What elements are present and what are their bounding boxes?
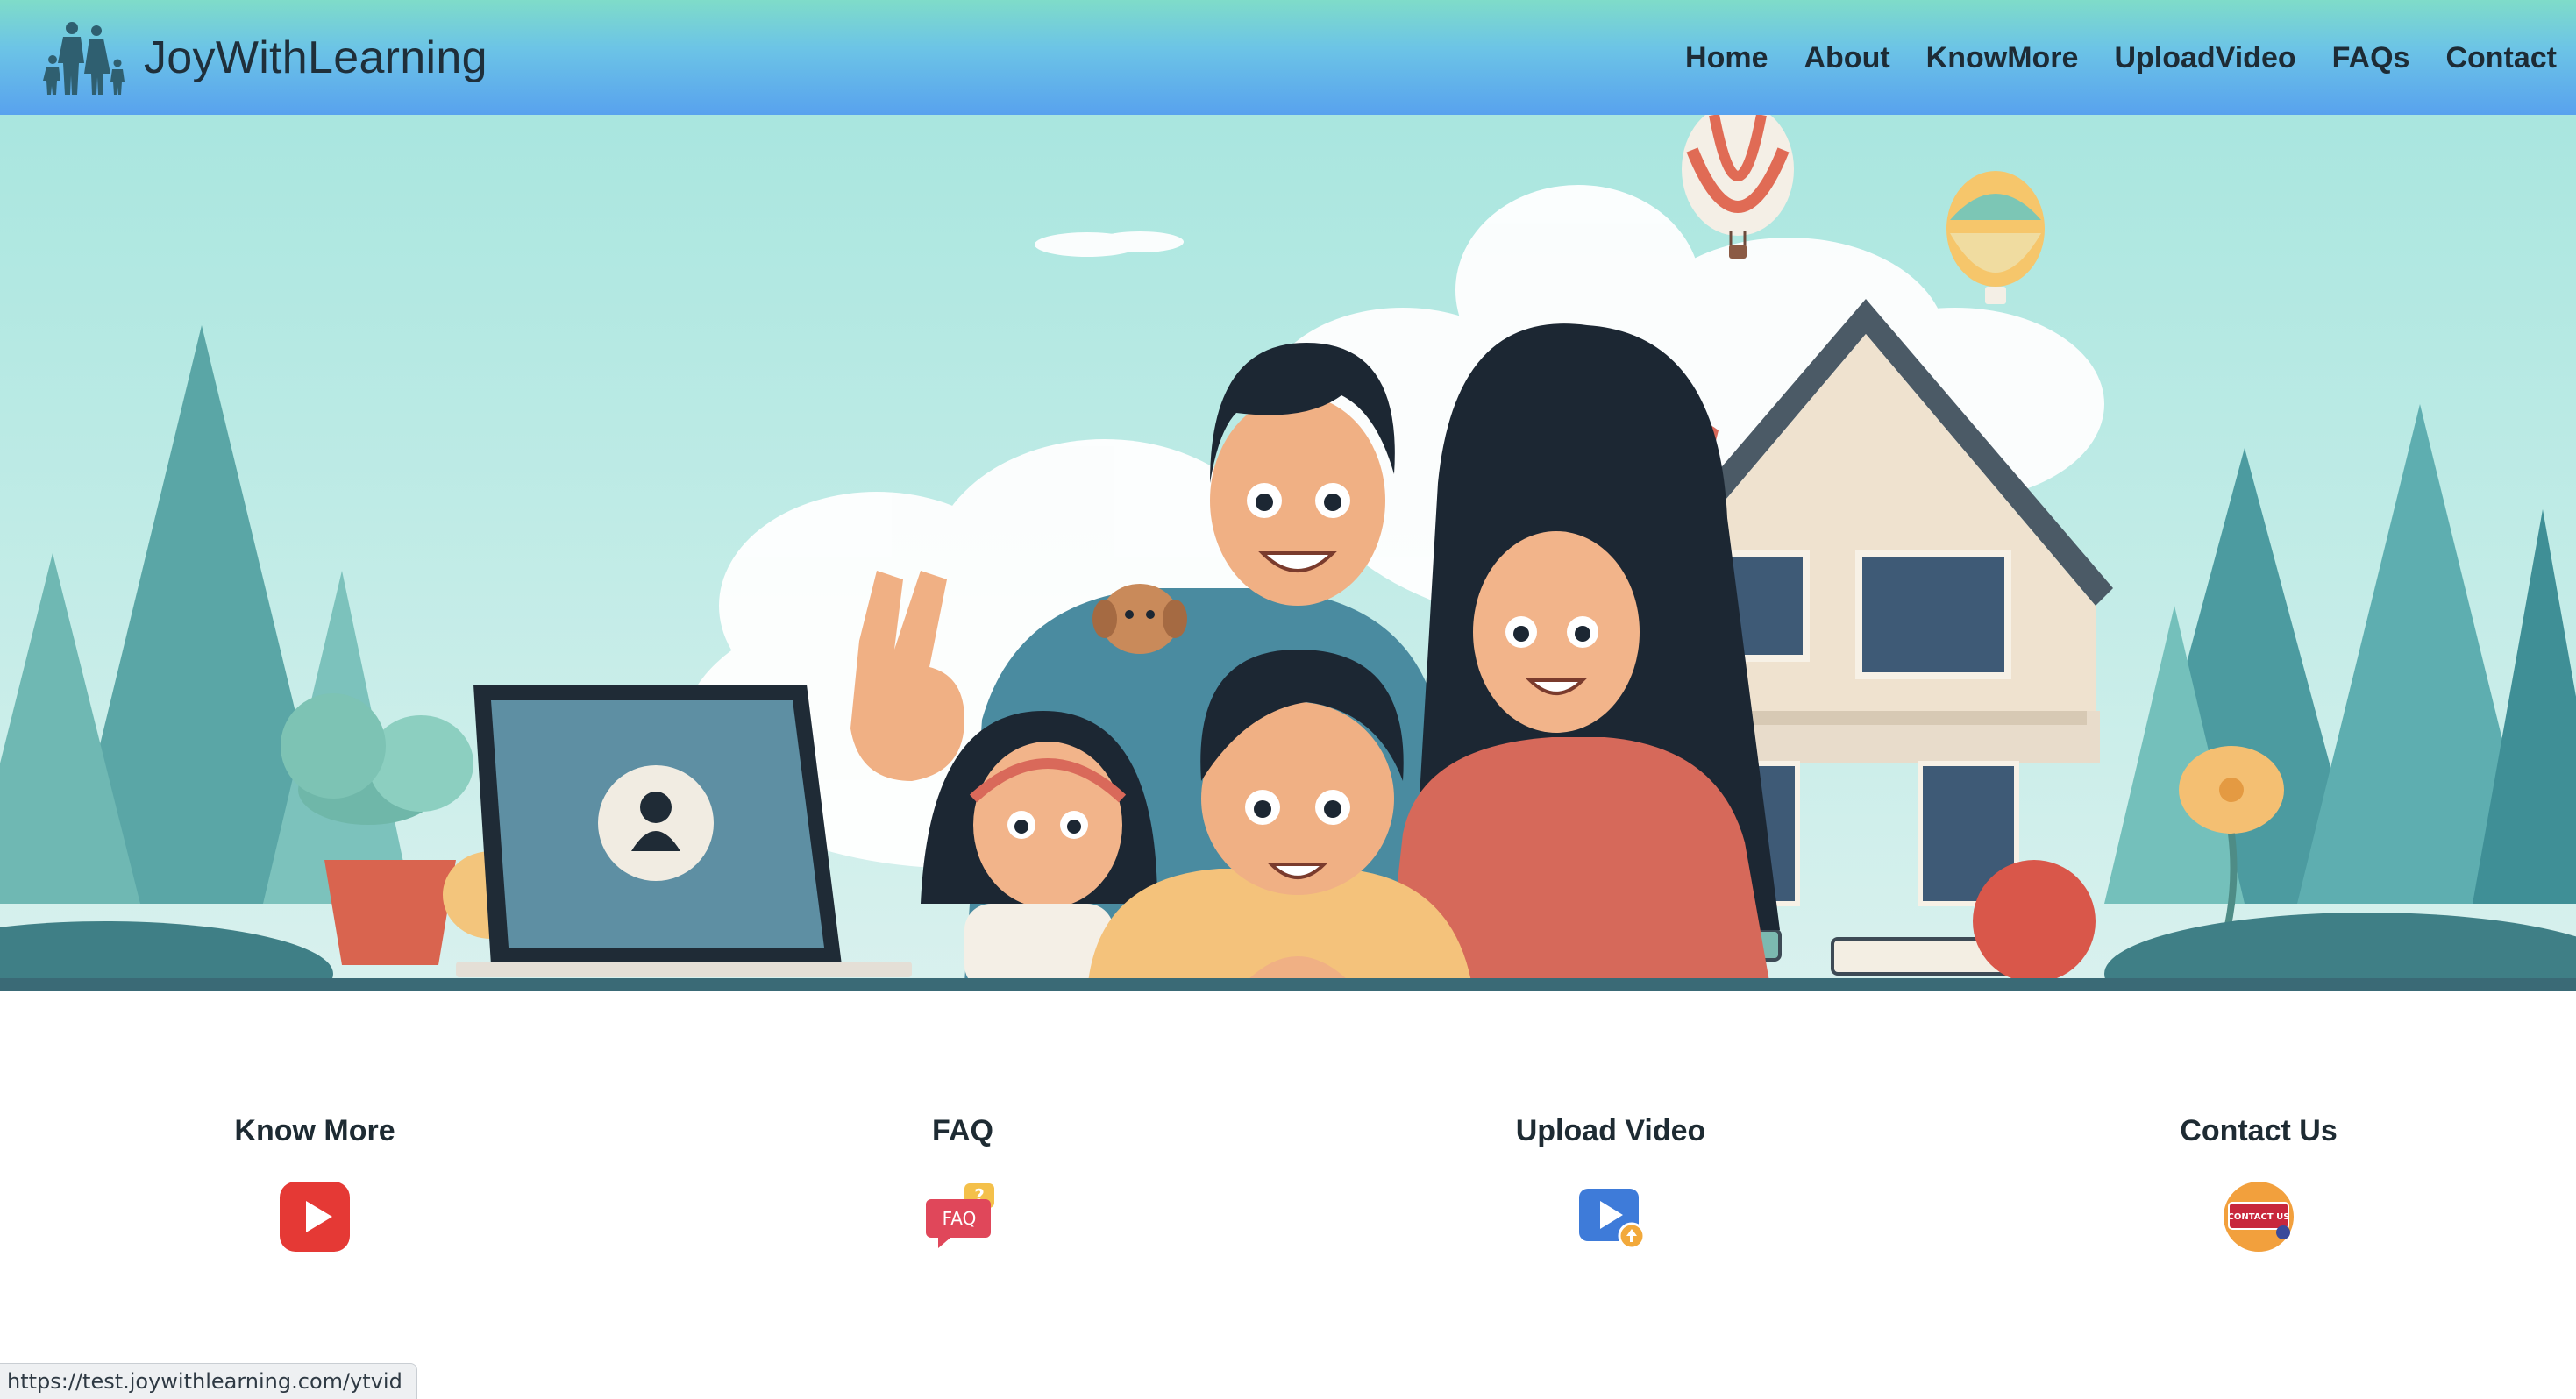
feature-title: Contact Us <box>2180 1114 2338 1147</box>
hero-bottom-border <box>0 978 2576 991</box>
nav-link-about[interactable]: About <box>1804 41 1889 75</box>
feature-upload-video[interactable]: Upload Video <box>1427 1111 1795 1253</box>
feature-know-more[interactable]: Know More <box>131 1111 499 1253</box>
youtube-play-icon[interactable] <box>278 1180 352 1253</box>
nav-link-home[interactable]: Home <box>1685 41 1768 75</box>
video-upload-icon[interactable] <box>1574 1180 1647 1253</box>
nav-link-contact[interactable]: Contact <box>2445 41 2557 75</box>
feature-contact-us[interactable]: Contact Us CONTACT US <box>2074 1111 2443 1253</box>
main-nav: Home About KnowMore UploadVideo FAQs Con… <box>1685 32 2557 84</box>
family-silhouette-icon <box>43 22 125 95</box>
contact-us-badge-icon[interactable]: CONTACT US <box>2222 1180 2295 1253</box>
feature-faq[interactable]: FAQ ? FAQ <box>779 1111 1147 1253</box>
hero-banner <box>0 115 2576 990</box>
link-preview-status: https://test.joywithlearning.com/ytvid <box>0 1363 417 1399</box>
family-illustration <box>0 115 2576 990</box>
nav-link-knowmore[interactable]: KnowMore <box>1926 41 2079 75</box>
site-header: JoyWithLearning Home About KnowMore Uplo… <box>0 0 2576 115</box>
nav-link-uploadvideo[interactable]: UploadVideo <box>2114 41 2295 75</box>
brand-link[interactable]: JoyWithLearning <box>42 18 487 98</box>
feature-title: Know More <box>234 1114 395 1147</box>
nav-link-faqs[interactable]: FAQs <box>2332 41 2410 75</box>
faq-icon-text: FAQ <box>943 1208 977 1229</box>
brand-name: JoyWithLearning <box>144 32 487 83</box>
contact-icon-text: CONTACT US <box>2228 1212 2290 1222</box>
feature-title: Upload Video <box>1515 1114 1706 1147</box>
feature-links: Know More FAQ ? FAQ Upload Video Contact… <box>0 1111 2576 1269</box>
feature-title: FAQ <box>932 1114 993 1147</box>
faq-speech-bubble-icon[interactable]: ? FAQ <box>926 1180 1000 1253</box>
